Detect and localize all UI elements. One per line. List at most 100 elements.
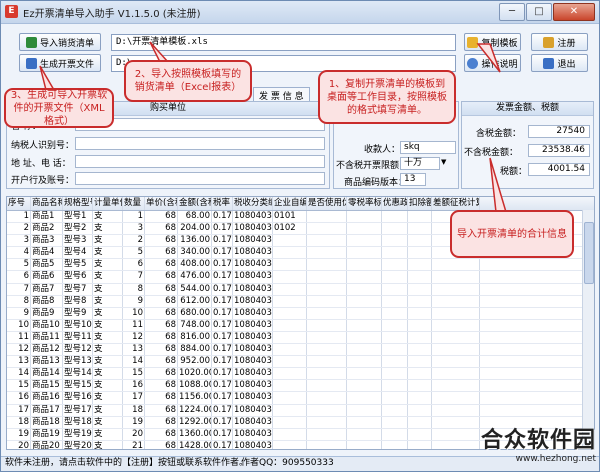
table-cell[interactable]: 408.00: [178, 259, 212, 271]
table-cell[interactable]: [408, 259, 432, 271]
table-cell[interactable]: 68: [145, 416, 178, 428]
table-cell[interactable]: 型号4: [63, 247, 93, 259]
table-cell[interactable]: [408, 404, 432, 416]
table-cell[interactable]: 9: [123, 295, 145, 307]
table-cell[interactable]: [408, 331, 432, 344]
table-cell[interactable]: [347, 295, 382, 307]
column-header[interactable]: 优惠政策: [382, 197, 408, 210]
table-cell[interactable]: [382, 307, 408, 319]
minimize-button[interactable]: ─: [499, 3, 525, 21]
table-cell[interactable]: [307, 295, 347, 307]
table-cell[interactable]: 5: [7, 259, 31, 271]
table-cell[interactable]: [273, 247, 307, 259]
table-cell[interactable]: 20: [7, 440, 31, 449]
table-cell[interactable]: 9: [7, 307, 31, 319]
table-cell[interactable]: [408, 380, 432, 392]
table-cell[interactable]: 0.17: [212, 416, 233, 428]
table-cell[interactable]: [307, 380, 347, 392]
table-cell[interactable]: 支: [93, 211, 123, 223]
table-cell[interactable]: 19: [7, 428, 31, 440]
table-cell[interactable]: [382, 392, 408, 404]
table-cell[interactable]: [307, 223, 347, 235]
table-cell[interactable]: 型号10: [63, 319, 93, 331]
table-cell[interactable]: [307, 428, 347, 440]
table-cell[interactable]: 10: [123, 307, 145, 319]
table-row[interactable]: 12商品12型号12支1368884.000.17108040301: [7, 344, 594, 357]
table-cell[interactable]: 0.17: [212, 440, 233, 449]
table-cell[interactable]: 4: [7, 247, 31, 259]
table-cell[interactable]: 型号9: [63, 307, 93, 319]
table-cell[interactable]: 108040301: [233, 344, 273, 356]
table-cell[interactable]: 支: [93, 295, 123, 307]
table-cell[interactable]: 108040301: [233, 235, 273, 247]
table-cell[interactable]: 108040301: [233, 392, 273, 404]
table-cell[interactable]: [382, 440, 408, 449]
table-cell[interactable]: 商品12: [31, 344, 63, 356]
table-cell[interactable]: 商品15: [31, 380, 63, 392]
table-cell[interactable]: 支: [93, 283, 123, 295]
table-cell[interactable]: 12: [7, 344, 31, 356]
table-cell[interactable]: [382, 283, 408, 295]
table-cell[interactable]: [382, 235, 408, 247]
table-cell[interactable]: 68: [145, 356, 178, 368]
table-cell[interactable]: [432, 380, 480, 392]
table-cell[interactable]: [307, 259, 347, 271]
table-cell[interactable]: 68: [145, 271, 178, 283]
table-cell[interactable]: [382, 356, 408, 368]
table-cell[interactable]: [273, 428, 307, 440]
table-cell[interactable]: 0.17: [212, 356, 233, 368]
table-cell[interactable]: [307, 368, 347, 380]
table-cell[interactable]: 0.17: [212, 271, 233, 283]
table-cell[interactable]: 商品17: [31, 404, 63, 416]
table-cell[interactable]: 商品16: [31, 392, 63, 404]
table-cell[interactable]: 支: [93, 404, 123, 416]
table-cell[interactable]: 1156.00: [178, 392, 212, 404]
table-cell[interactable]: [432, 392, 480, 404]
table-cell[interactable]: 0.17: [212, 344, 233, 356]
table-cell[interactable]: 816.00: [178, 331, 212, 344]
table-cell[interactable]: [408, 368, 432, 380]
table-cell[interactable]: [432, 416, 480, 428]
table-cell[interactable]: 68: [145, 307, 178, 319]
table-cell[interactable]: 支: [93, 344, 123, 356]
table-cell[interactable]: 108040301: [233, 319, 273, 331]
table-cell[interactable]: [273, 259, 307, 271]
table-row[interactable]: 9商品9型号9支1068680.000.17108040301: [7, 307, 594, 320]
exit-button[interactable]: 退出: [531, 54, 588, 72]
table-cell[interactable]: [382, 416, 408, 428]
table-cell[interactable]: 108040301: [233, 295, 273, 307]
table-cell[interactable]: 0.17: [212, 235, 233, 247]
table-cell[interactable]: 108040301: [233, 380, 273, 392]
table-cell[interactable]: [382, 380, 408, 392]
table-cell[interactable]: [432, 368, 480, 380]
table-cell[interactable]: 340.00: [178, 247, 212, 259]
table-cell[interactable]: 商品1: [31, 211, 63, 223]
table-cell[interactable]: [408, 235, 432, 247]
table-cell[interactable]: 3: [123, 223, 145, 235]
table-cell[interactable]: 68: [145, 428, 178, 440]
table-cell[interactable]: [307, 392, 347, 404]
table-cell[interactable]: 支: [93, 307, 123, 319]
column-header[interactable]: 单价(含税): [145, 197, 178, 210]
table-cell[interactable]: 18: [7, 416, 31, 428]
table-cell[interactable]: 5: [123, 247, 145, 259]
table-cell[interactable]: 14: [7, 368, 31, 380]
table-cell[interactable]: [347, 368, 382, 380]
table-cell[interactable]: [408, 344, 432, 356]
table-cell[interactable]: 21: [123, 440, 145, 449]
table-cell[interactable]: 0.17: [212, 211, 233, 223]
code-version-input[interactable]: 13: [400, 173, 426, 186]
table-cell[interactable]: 1224.00: [178, 404, 212, 416]
table-cell[interactable]: 支: [93, 223, 123, 235]
table-cell[interactable]: 商品20: [31, 440, 63, 449]
table-cell[interactable]: 3: [7, 235, 31, 247]
payee-input[interactable]: skq: [400, 141, 456, 154]
column-header[interactable]: 扣除额: [408, 197, 432, 210]
table-cell[interactable]: 17: [7, 404, 31, 416]
table-cell[interactable]: 68: [145, 235, 178, 247]
table-cell[interactable]: 型号2: [63, 223, 93, 235]
table-cell[interactable]: 商品10: [31, 319, 63, 331]
table-cell[interactable]: [432, 331, 480, 344]
maximize-button[interactable]: □: [526, 3, 552, 21]
table-cell[interactable]: [347, 331, 382, 344]
